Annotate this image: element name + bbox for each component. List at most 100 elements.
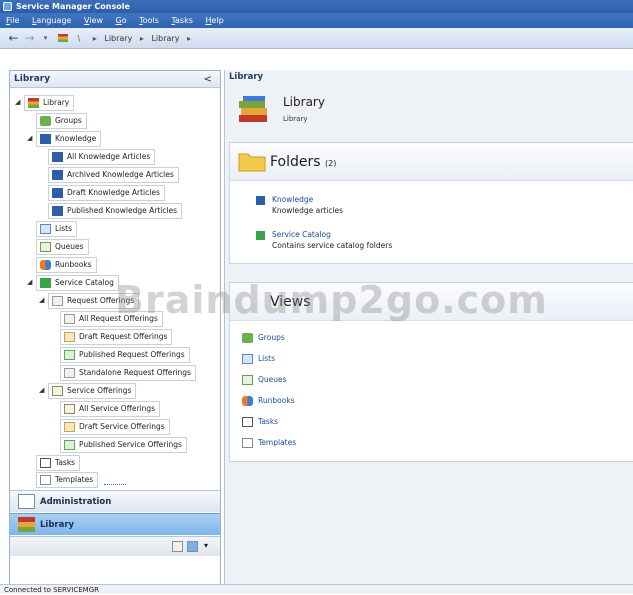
expand-knowledge-icon[interactable]: ◢ (27, 134, 35, 142)
knowledge-view-icon (52, 188, 63, 198)
tree-node-standalone-request-offerings[interactable]: Standalone Request Offerings (60, 365, 196, 381)
knowledge-folder-icon (256, 196, 265, 205)
service-offering-view-icon (64, 422, 75, 432)
administration-icon (18, 494, 35, 509)
folder-link-service-catalog[interactable]: Service Catalog (272, 230, 331, 239)
service-offerings-icon (52, 386, 63, 396)
queues-icon (40, 242, 51, 252)
folders-title: Folders (270, 154, 321, 170)
tree-node-published-request-offerings[interactable]: Published Request Offerings (60, 347, 190, 363)
wunderbar-toolbar: ▾ (10, 536, 220, 556)
tree-node-runbooks[interactable]: Runbooks (36, 257, 97, 273)
status-bar: Connected to SERVICEMGR (0, 584, 633, 594)
tree-node-published-service-offerings[interactable]: Published Service Offerings (60, 437, 187, 453)
menu-view[interactable]: View (84, 13, 103, 28)
view-link-tasks[interactable]: Tasks (242, 416, 278, 428)
service-catalog-folder-icon (256, 231, 265, 240)
view-link-groups[interactable]: Groups (242, 332, 285, 344)
navigation-bar: ← → ▾ \ ▸ Library ▸ Library ▸ (0, 28, 633, 49)
knowledge-icon (40, 134, 51, 144)
tree-node-published-knowledge-articles[interactable]: Published Knowledge Articles (48, 203, 183, 219)
configure-buttons-dropdown-icon[interactable]: ▾ (204, 541, 208, 550)
tree-node-lists[interactable]: Lists (36, 221, 78, 237)
queues-icon (242, 375, 253, 385)
menu-language[interactable]: Language (32, 13, 72, 28)
knowledge-view-icon (52, 170, 63, 180)
tree-node-all-service-offerings[interactable]: All Service Offerings (60, 401, 161, 417)
tree-node-archived-knowledge-articles[interactable]: Archived Knowledge Articles (48, 167, 179, 183)
view-link-templates[interactable]: Templates (242, 437, 296, 449)
request-offering-view-icon (64, 368, 75, 378)
folder-link-knowledge[interactable]: Knowledge (272, 195, 313, 204)
navigation-pane-header: Library < (10, 71, 220, 88)
tree-node-groups[interactable]: Groups (36, 113, 87, 129)
request-offering-view-icon (64, 314, 75, 324)
view-link-runbooks[interactable]: Runbooks (242, 395, 295, 407)
content-pane: Library Library Library Folders (2) Know… (224, 70, 633, 585)
back-arrow-icon[interactable]: ← (6, 31, 21, 46)
app-icon (3, 2, 12, 11)
page-subtitle: Library (283, 115, 308, 123)
history-dropdown-icon[interactable]: ▾ (38, 31, 53, 46)
show-more-buttons-icon[interactable] (172, 541, 183, 552)
window-title: Service Manager Console (16, 2, 130, 11)
service-offering-view-icon (64, 404, 75, 414)
tree-node-knowledge[interactable]: Knowledge (36, 131, 102, 147)
breadcrumb-library[interactable]: Library (104, 34, 132, 43)
request-offering-view-icon (64, 332, 75, 342)
splitter-gripper[interactable] (104, 484, 126, 487)
tree-node-draft-service-offerings[interactable]: Draft Service Offerings (60, 419, 170, 435)
page-title: Library (283, 95, 325, 109)
expand-library-icon[interactable]: ◢ (15, 98, 23, 106)
expand-service-offerings-icon[interactable]: ◢ (39, 386, 47, 394)
tree-node-library[interactable]: Library (24, 95, 75, 111)
runbooks-icon (242, 396, 253, 406)
folder-description: Contains service catalog folders (272, 241, 393, 250)
service-catalog-icon (40, 278, 51, 288)
tree-node-draft-request-offerings[interactable]: Draft Request Offerings (60, 329, 173, 345)
tree-node-service-offerings[interactable]: Service Offerings (48, 383, 137, 399)
collapse-pane-button[interactable]: < (204, 71, 212, 88)
forward-arrow-icon[interactable]: → (22, 31, 37, 46)
menu-go[interactable]: Go (116, 13, 127, 28)
templates-icon (242, 438, 253, 448)
title-bar: Service Manager Console (0, 0, 633, 13)
tree-node-service-catalog[interactable]: Service Catalog (36, 275, 119, 291)
menu-bar: File Language View Go Tools Tasks Help (0, 13, 633, 28)
lists-icon (40, 224, 51, 234)
folder-description: Knowledge articles (272, 206, 344, 215)
menu-file[interactable]: File (6, 13, 19, 28)
breadcrumb: \ ▸ Library ▸ Library ▸ (58, 31, 196, 46)
service-offering-view-icon (64, 440, 75, 450)
folders-panel: Folders (2) Knowledge Knowledge articles… (229, 142, 633, 264)
tree-node-templates[interactable]: Templates (36, 472, 99, 488)
tasks-icon (242, 417, 253, 427)
expand-service-catalog-icon[interactable]: ◢ (27, 278, 35, 286)
tree-node-queues[interactable]: Queues (36, 239, 89, 255)
tree-node-draft-knowledge-articles[interactable]: Draft Knowledge Articles (48, 185, 165, 201)
folders-panel-header: Folders (2) (230, 143, 633, 181)
library-books-icon (239, 96, 267, 122)
show-fewer-buttons-icon[interactable] (187, 541, 198, 552)
expand-request-offerings-icon[interactable]: ◢ (39, 296, 47, 304)
tasks-icon (40, 458, 51, 468)
view-link-queues[interactable]: Queues (242, 374, 287, 386)
wunderbar-administration[interactable]: Administration (10, 490, 220, 512)
menu-help[interactable]: Help (205, 13, 223, 28)
templates-icon (40, 475, 51, 485)
navigation-pane: Library < ◢ Library Groups ◢ Knowledge A… (9, 70, 221, 585)
breadcrumb-library-current[interactable]: Library (151, 34, 179, 43)
library-icon (28, 98, 39, 108)
groups-icon (242, 333, 253, 343)
tree-node-all-knowledge-articles[interactable]: All Knowledge Articles (48, 149, 156, 165)
view-link-lists[interactable]: Lists (242, 353, 275, 365)
request-offerings-icon (52, 296, 63, 306)
menu-tasks[interactable]: Tasks (171, 13, 192, 28)
request-offering-view-icon (64, 350, 75, 360)
wunderbar-library[interactable]: Library (10, 513, 220, 535)
breadcrumb-root[interactable]: \ (78, 34, 81, 43)
runbooks-icon (40, 260, 51, 270)
content-pane-label: Library (229, 72, 264, 82)
menu-tools[interactable]: Tools (139, 13, 159, 28)
tree-node-tasks[interactable]: Tasks (36, 455, 81, 471)
